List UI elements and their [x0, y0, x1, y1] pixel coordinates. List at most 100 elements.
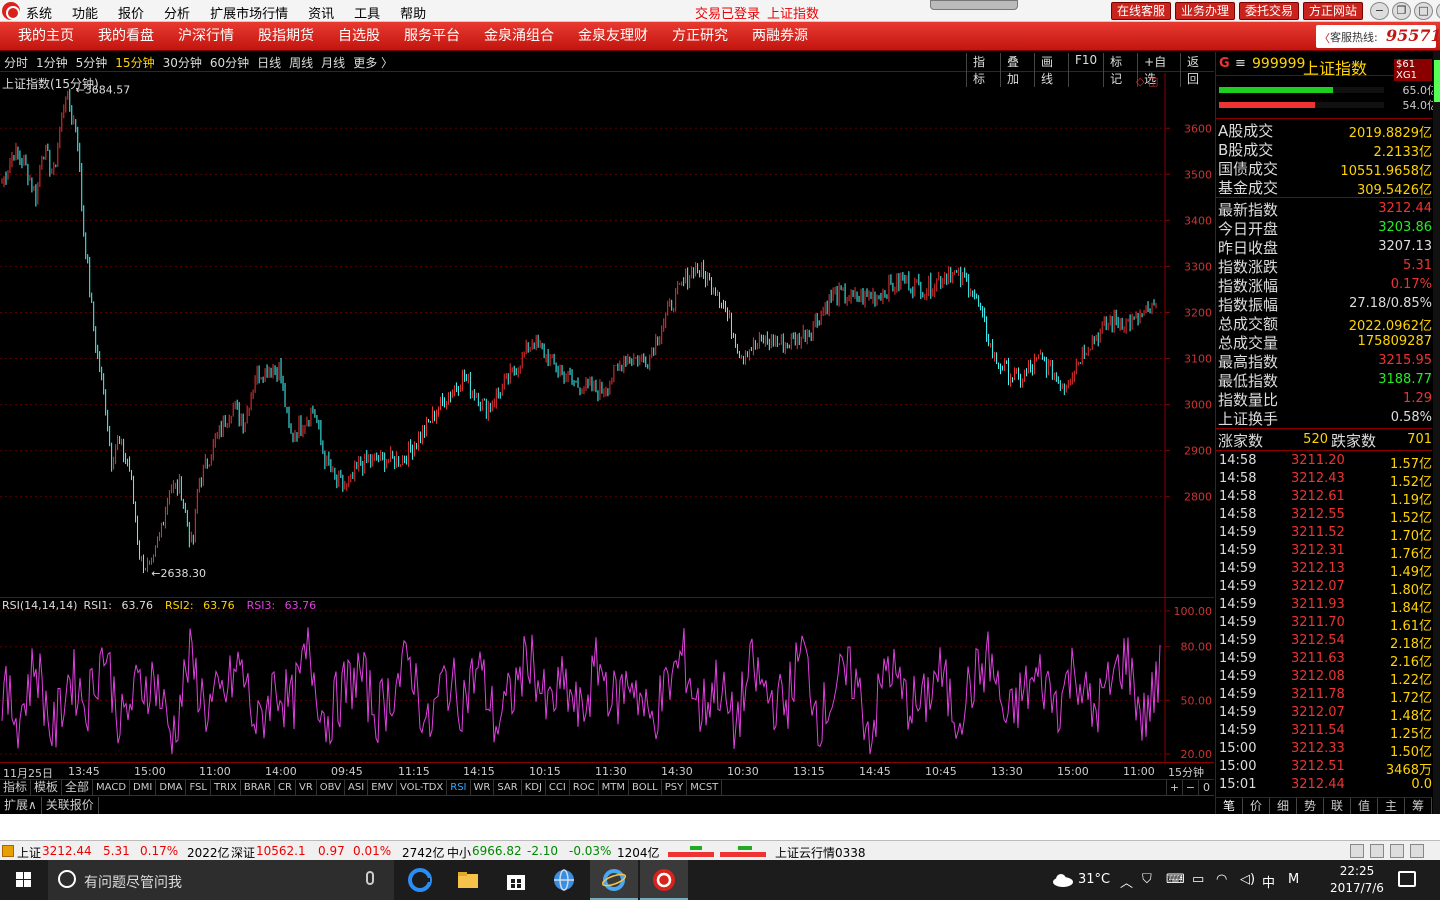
nav-my-board[interactable]: 我的看盘	[86, 22, 166, 51]
right-panel-tab[interactable]: 主	[1378, 798, 1405, 814]
right-panel-tab[interactable]: 势	[1297, 798, 1324, 814]
nav-watchlist[interactable]: 自选股	[326, 22, 392, 51]
indicator-tab[interactable]: DMA	[156, 780, 187, 795]
website-button[interactable]: 方正网站	[1303, 2, 1364, 20]
microphone-icon[interactable]	[366, 871, 374, 885]
indicator-tab[interactable]: BOLL	[629, 780, 662, 795]
layout-icon[interactable]	[1410, 844, 1424, 858]
taskbar-store[interactable]	[492, 860, 540, 900]
indicator-tab[interactable]: DMI	[130, 780, 157, 795]
trade-button[interactable]: 委托交易	[1239, 2, 1300, 20]
rsi-chart-svg[interactable]: 20.00 50.00 80.00 100.00	[0, 598, 1214, 763]
indicator-tab[interactable]: KDJ	[522, 780, 546, 795]
taskbar-edge[interactable]	[396, 860, 444, 900]
period-tab[interactable]: 60分钟	[210, 54, 249, 71]
indicator-tab[interactable]: EMV	[368, 780, 397, 795]
indicator-tab[interactable]: VOL-TDX	[397, 780, 448, 795]
minimize-icon[interactable]: −	[1370, 2, 1389, 20]
right-panel-tab[interactable]: 联	[1324, 798, 1351, 814]
nav-portfolio[interactable]: 金泉涌组合	[472, 22, 566, 51]
indicator-tab[interactable]: VR	[296, 780, 317, 795]
windows-start-icon[interactable]	[0, 860, 48, 900]
indicator-tab[interactable]: CR	[275, 780, 296, 795]
nav-wealth[interactable]: 金泉友理财	[566, 22, 660, 51]
menu-item-news[interactable]: 资讯	[308, 3, 334, 22]
menu-item-tools[interactable]: 工具	[354, 3, 380, 22]
right-panel-tab[interactable]: 细	[1270, 798, 1297, 814]
nav-index-futures[interactable]: 股指期货	[246, 22, 326, 51]
related-quote-tab[interactable]: 关联报价	[42, 797, 99, 814]
period-tab[interactable]: 分时	[4, 54, 28, 71]
weather-cloud-icon[interactable]	[1052, 873, 1074, 887]
period-tab[interactable]: 月线	[321, 54, 345, 71]
window-icon[interactable]	[1350, 844, 1364, 858]
menu-item-extended-market[interactable]: 扩展市场行情	[210, 3, 288, 22]
close-icon[interactable]: ✕	[1436, 2, 1440, 20]
right-panel-tab[interactable]: 价	[1243, 798, 1270, 814]
indicator-tab[interactable]: MTM	[599, 780, 630, 795]
nav-margin-source[interactable]: 两融券源	[740, 22, 820, 51]
indicator-tab[interactable]: 模板	[31, 780, 63, 795]
weather-temp[interactable]: 31°C	[1078, 872, 1110, 887]
period-tab[interactable]: 更多 〉	[353, 54, 393, 71]
indicator-tab[interactable]: TRIX	[211, 780, 241, 795]
menu-item-system[interactable]: 系统	[26, 3, 52, 22]
period-tab[interactable]: 日线	[257, 54, 281, 71]
shield-icon[interactable]: ⛉	[1142, 872, 1152, 887]
ime-mode[interactable]: M	[1288, 872, 1299, 887]
chevron-up-icon[interactable]: ︿	[1120, 872, 1133, 891]
taskbar-ie-blue[interactable]	[540, 860, 588, 900]
nav-research[interactable]: 方正研究	[660, 22, 740, 51]
login-status[interactable]: 交易已登录	[695, 3, 760, 22]
period-tab[interactable]: 15分钟	[115, 54, 154, 71]
taskbar-search[interactable]: 有问题尽管问我	[48, 860, 394, 900]
indicator-tab[interactable]: RSI	[447, 780, 471, 795]
menu-item-function[interactable]: 功能	[72, 3, 98, 22]
title-dropdown-tab[interactable]	[930, 0, 1018, 10]
taskbar-ie[interactable]	[590, 860, 638, 900]
cloud-quote[interactable]: 上证云行情0338	[775, 844, 866, 861]
indicator-tab[interactable]: FSL	[186, 780, 211, 795]
battery-icon[interactable]: ▭	[1192, 872, 1204, 887]
indicator-tab[interactable]: PSY	[662, 780, 688, 795]
zoom-out-button[interactable]: −	[1182, 780, 1198, 796]
indicator-tab[interactable]: SAR	[494, 780, 522, 795]
indicator-tab[interactable]: 指标	[0, 780, 32, 795]
price-chart-svg[interactable]: 280029003000310032003300340035003600←368…	[0, 73, 1214, 598]
right-panel-tab[interactable]: 笔	[1216, 798, 1243, 814]
period-tab[interactable]: 1分钟	[36, 54, 68, 71]
keyboard-icon[interactable]: ⌨	[1166, 872, 1185, 887]
online-service-button[interactable]: 在线客服	[1111, 2, 1172, 20]
hotline-badge[interactable]: 〈 客服热线: 95571	[1316, 25, 1440, 48]
business-button[interactable]: 业务办理	[1175, 2, 1236, 20]
volume-icon[interactable]: ◁)	[1240, 872, 1255, 887]
indicator-tab[interactable]: ASI	[345, 780, 369, 795]
menu-icon[interactable]: ≡	[1235, 56, 1246, 71]
indicator-tab[interactable]: MCST	[687, 780, 723, 795]
rsi-panel[interactable]: 20.00 50.00 80.00 100.00 RSI(14,14,14) RSI1…	[0, 598, 1214, 763]
sound-icon[interactable]	[1390, 844, 1404, 858]
taskbar-explorer[interactable]	[444, 860, 492, 900]
taskbar-clock[interactable]: 22:25 2017/7/6	[1322, 863, 1392, 897]
g-icon[interactable]: G	[1219, 56, 1230, 71]
indicator-tab[interactable]: ROC	[570, 780, 599, 795]
notification-icon[interactable]	[1398, 871, 1416, 887]
extend-toggle[interactable]: 扩展∧	[0, 797, 42, 814]
menu-item-help[interactable]: 帮助	[400, 3, 426, 22]
main-chart[interactable]: 2800 2900 3000 3100 3200 3300 3400 3500 3600 ←368…	[0, 73, 1214, 598]
ime-indicator[interactable]: 中	[1262, 872, 1275, 891]
wifi-icon[interactable]: ◠	[1216, 872, 1227, 887]
lock-icon[interactable]	[1370, 844, 1384, 858]
menu-item-analysis[interactable]: 分析	[164, 3, 190, 22]
right-panel-tab[interactable]: 筹	[1405, 798, 1432, 814]
right-panel-tab[interactable]: 值	[1351, 798, 1378, 814]
period-tab[interactable]: 5分钟	[76, 54, 108, 71]
indicator-tab[interactable]: 全部	[62, 780, 94, 795]
indicator-tab[interactable]: MACD	[93, 780, 131, 795]
nav-my-home[interactable]: 我的主页	[0, 22, 86, 51]
scrollbar-thumb[interactable]	[1434, 60, 1440, 102]
restore-icon[interactable]: ❐	[1392, 2, 1411, 20]
timeframe-label[interactable]: 15分钟	[1168, 764, 1204, 780]
indicator-tab[interactable]: OBV	[317, 780, 346, 795]
taskbar-founder[interactable]	[640, 860, 688, 900]
